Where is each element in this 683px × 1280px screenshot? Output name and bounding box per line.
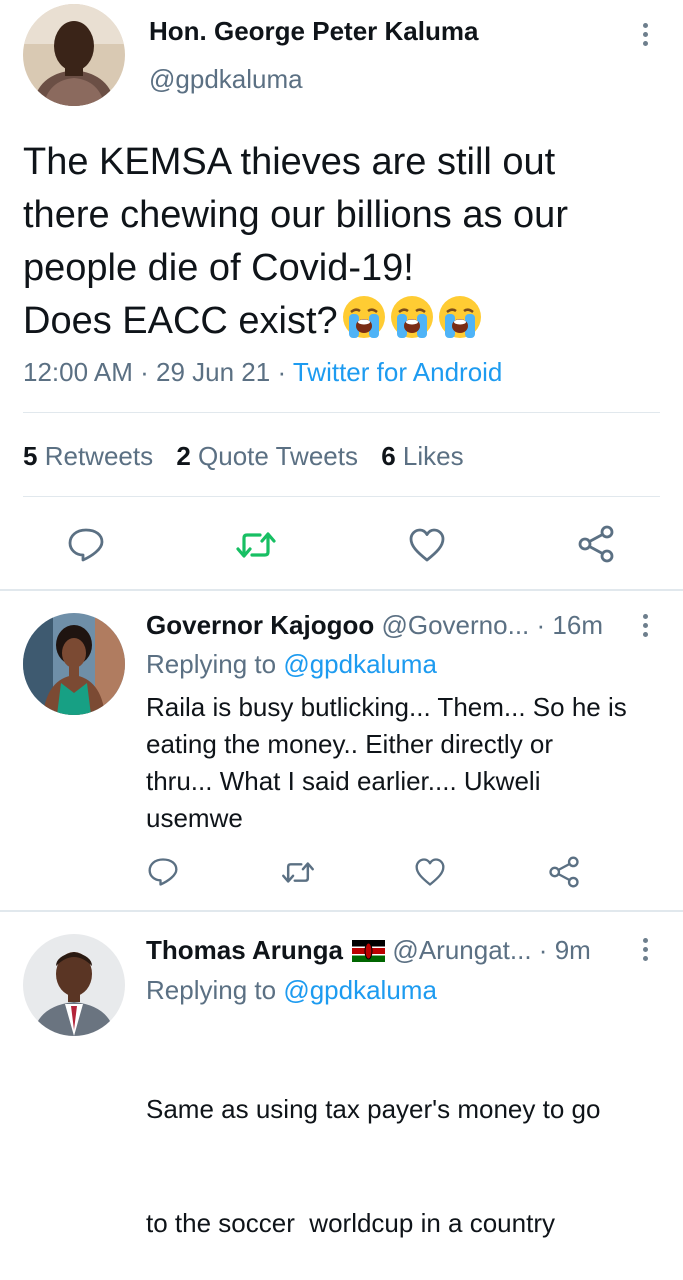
reply-text-line: eating the money.. Either directly or (146, 729, 554, 759)
reply-header: Governor Kajogoo @Governo... · 16m (146, 610, 603, 641)
crying-face-icon (390, 296, 433, 338)
quote-tweets-label: Quote Tweets (198, 441, 358, 471)
tweet-text-line: people die of Covid-19! (23, 247, 414, 289)
tweet-text-last-line: Does EACC exist? (23, 295, 663, 348)
replying-to: Replying to @gpdkaluma (146, 975, 437, 1006)
tweet-text: The KEMSA thieves are still out there ch… (23, 136, 663, 348)
reply-author-handle[interactable]: @Governo... (381, 610, 529, 640)
quote-tweets-count: 2 (176, 441, 191, 471)
reply-avatar[interactable] (23, 934, 125, 1036)
author-handle[interactable]: @gpdkaluma (149, 64, 303, 95)
tweet-time: 12:00 AM (23, 357, 133, 387)
tweet-source-link[interactable]: Twitter for Android (293, 357, 503, 387)
reply-text-line: thru... What I said earlier.... Ukweli (146, 766, 541, 796)
quote-tweets-stat[interactable]: 2 Quote Tweets (176, 441, 358, 471)
reply-icon[interactable] (147, 857, 179, 887)
likes-label: Likes (402, 441, 464, 471)
crying-face-icon (342, 296, 385, 338)
replying-to: Replying to @gpdkaluma (146, 649, 437, 680)
like-icon[interactable] (408, 527, 446, 563)
divider (0, 589, 683, 591)
reply-text-line: to the soccer worldcup in a country (146, 1208, 555, 1238)
meta-separator: · (536, 610, 553, 640)
tweet-meta: 12:00 AM · 29 Jun 21 · Twitter for Andro… (23, 357, 502, 388)
divider (0, 910, 683, 912)
retweets-stat[interactable]: 5 Retweets (23, 441, 153, 471)
tweet-date: 29 Jun 21 (155, 357, 271, 387)
reply-icon[interactable] (67, 527, 105, 563)
reply-text-line: usemwe (146, 803, 243, 833)
tweet-text-line: Does EACC exist? (23, 300, 338, 342)
crying-face-icon (438, 296, 481, 338)
meta-separator: · (140, 357, 156, 387)
tweet-stats: 5 Retweets 2 Quote Tweets 6 Likes (23, 441, 464, 472)
share-icon[interactable] (548, 856, 580, 888)
reply-text-line: Same as using tax payer's money to go (146, 1094, 601, 1124)
author-name[interactable]: Hon. George Peter Kaluma (149, 16, 478, 47)
reply-text: Same as using tax payer's money to go to… (146, 1014, 600, 1280)
kenya-flag-icon (352, 940, 386, 962)
author-avatar[interactable] (23, 4, 125, 106)
retweets-count: 5 (23, 441, 38, 471)
reply-text: Raila is busy butlicking... Them... So h… (146, 689, 627, 837)
tweet-text-line: The KEMSA thieves are still out (23, 141, 556, 183)
reply-header: Thomas Arunga @Arungat... · 9m (146, 935, 591, 966)
replying-to-link[interactable]: @gpdkaluma (283, 649, 437, 679)
reply-time: 9m (554, 935, 591, 965)
like-icon[interactable] (414, 857, 446, 887)
retweet-icon[interactable] (280, 859, 316, 886)
divider (23, 496, 660, 497)
retweet-icon[interactable] (234, 529, 278, 561)
tweet-text-line: there chewing our billions as our (23, 194, 568, 236)
replying-to-prefix: Replying to (146, 975, 277, 1005)
reply-more-options-icon[interactable] (643, 938, 649, 965)
divider (23, 412, 660, 413)
replying-to-prefix: Replying to (146, 649, 277, 679)
reply-avatar[interactable] (23, 613, 125, 715)
retweets-label: Retweets (44, 441, 154, 471)
reply-author-name[interactable]: Governor Kajogoo (146, 610, 374, 640)
more-options-icon[interactable] (643, 23, 649, 50)
replying-to-link[interactable]: @gpdkaluma (283, 975, 437, 1005)
likes-count: 6 (381, 441, 396, 471)
reply-more-options-icon[interactable] (643, 614, 649, 641)
meta-separator: · (277, 357, 293, 387)
reply-author-name[interactable]: Thomas Arunga (146, 935, 343, 965)
likes-stat[interactable]: 6 Likes (381, 441, 463, 471)
reply-author-handle[interactable]: @Arungat... (392, 935, 531, 965)
reply-time: 16m (552, 610, 603, 640)
reply-text-line: Raila is busy butlicking... Them... So h… (146, 692, 627, 722)
meta-separator: · (538, 935, 555, 965)
share-icon[interactable] (577, 525, 615, 563)
